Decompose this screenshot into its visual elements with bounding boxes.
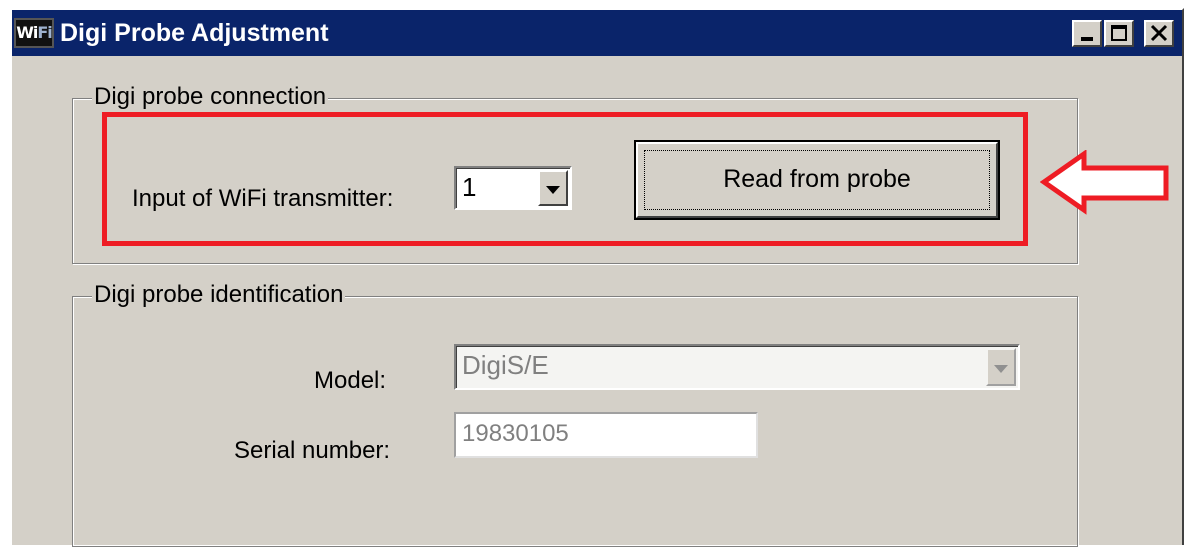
minimize-button[interactable] [1072,20,1102,47]
maximize-icon [1111,25,1127,41]
model-dropdown-button[interactable] [986,348,1016,386]
close-button[interactable] [1144,20,1174,47]
serial-number-label: Serial number: [234,437,391,464]
connection-group-label: Digi probe connection [92,82,329,112]
model-label: Model: [314,367,387,394]
model-value: DigiS/E [462,350,549,380]
serial-number-value: 19830105 [462,420,569,447]
window-title: Digi Probe Adjustment [60,19,329,47]
left-arrow-icon [1040,150,1169,215]
wifi-app-icon: WiFi [14,18,54,48]
chevron-down-icon [994,365,1008,373]
maximize-button[interactable] [1104,20,1134,47]
close-icon [1150,24,1168,42]
title-bar[interactable]: WiFi Digi Probe Adjustment [12,10,1182,56]
minimize-icon [1081,37,1093,41]
dialog-window: WiFi Digi Probe Adjustment Digi probe co… [10,8,1184,547]
model-select[interactable]: DigiS/E [454,344,1020,390]
identification-group-label: Digi probe identification [92,280,346,310]
highlight-box [102,112,1028,246]
serial-number-field[interactable]: 19830105 [454,412,758,458]
